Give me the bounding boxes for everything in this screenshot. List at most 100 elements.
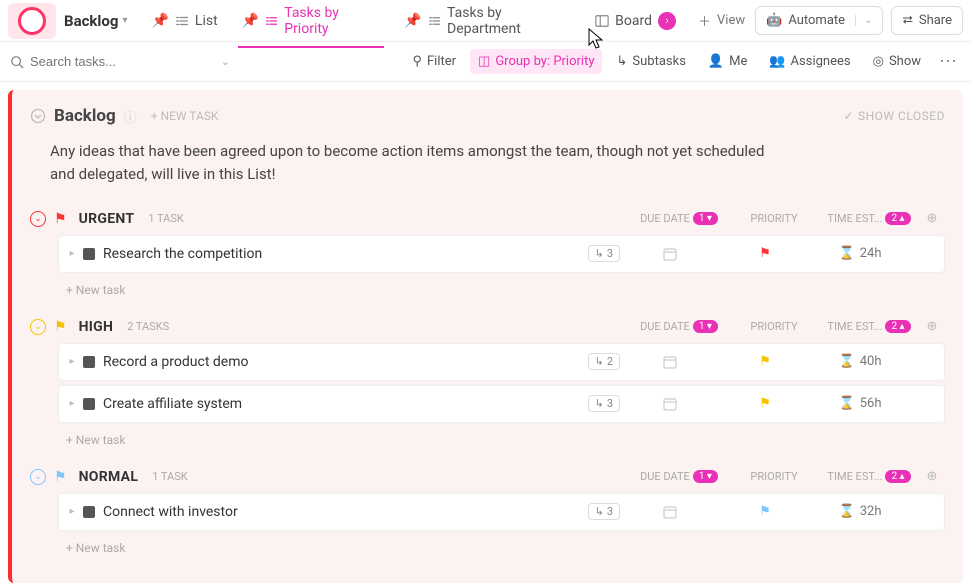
- expand-caret-icon[interactable]: ▸: [65, 506, 79, 517]
- add-view-button[interactable]: ＋ View: [688, 3, 755, 38]
- add-column-button[interactable]: ⊕: [919, 319, 945, 334]
- assignees-label: Assignees: [791, 54, 851, 69]
- hourglass-icon: ⌛: [839, 246, 855, 261]
- tab-list[interactable]: 📌 List: [139, 3, 229, 39]
- pin-icon: 📌: [151, 13, 168, 29]
- share-label: Share: [919, 13, 952, 28]
- top-bar: Backlog ▾ 📌 List 📌 Tasks by Priority 📌 T…: [0, 0, 971, 42]
- col-due-date[interactable]: DUE DATE 1 ▾: [629, 212, 729, 225]
- search-dropdown-icon[interactable]: ⌄: [221, 55, 230, 68]
- group-header: ⌄⚑NORMAL1 TASKDUE DATE 1 ▾PRIORITYTIME E…: [30, 465, 945, 493]
- collapse-toggle[interactable]: ⌄: [30, 211, 46, 227]
- cell-priority[interactable]: ⚑: [720, 504, 810, 519]
- status-square-icon[interactable]: [83, 506, 95, 518]
- subtask-icon: ↳: [595, 505, 604, 518]
- me-label: Me: [729, 54, 747, 69]
- sort-badge: 1 ▾: [693, 212, 718, 225]
- new-task-button-top[interactable]: + NEW TASK: [151, 109, 219, 123]
- expand-caret-icon[interactable]: ▸: [65, 248, 79, 259]
- show-button[interactable]: ◎ Show: [865, 49, 929, 74]
- group-header: ⌄⚑URGENT1 TASKDUE DATE 1 ▾PRIORITYTIME E…: [30, 207, 945, 235]
- group-by-label: Group by: Priority: [495, 54, 594, 69]
- info-icon[interactable]: ⓘ: [124, 107, 137, 126]
- filter-button[interactable]: ⚲ Filter: [404, 49, 464, 74]
- pin-icon: 📌: [404, 13, 421, 29]
- group-by-button[interactable]: ◫ Group by: Priority: [470, 49, 602, 74]
- eye-icon: ◎: [873, 54, 884, 69]
- collapse-toggle[interactable]: ⌄: [30, 319, 46, 335]
- cell-due-date[interactable]: [620, 246, 720, 262]
- search-input[interactable]: [30, 54, 180, 69]
- group-name: URGENT: [79, 211, 135, 227]
- subtasks-button[interactable]: ↳ Subtasks: [608, 49, 693, 74]
- new-task-button[interactable]: + New task: [66, 429, 945, 451]
- task-row[interactable]: ▸Create affiliate system↳3⚑⌛56h: [58, 385, 945, 423]
- assignees-button[interactable]: 👥 Assignees: [761, 49, 858, 74]
- cell-time-est[interactable]: ⌛56h: [810, 396, 910, 411]
- collapse-icon[interactable]: [30, 108, 46, 124]
- cell-time-est[interactable]: ⌛40h: [810, 354, 910, 369]
- task-row[interactable]: ▸Research the competition↳3⚑⌛24h: [58, 235, 945, 273]
- add-column-button[interactable]: ⊕: [919, 211, 945, 226]
- col-priority[interactable]: PRIORITY: [729, 470, 819, 483]
- panel-title: Backlog: [54, 106, 116, 126]
- expand-caret-icon[interactable]: ▸: [65, 356, 79, 367]
- cell-due-date[interactable]: [620, 354, 720, 370]
- cell-priority[interactable]: ⚑: [720, 246, 810, 261]
- col-time-est[interactable]: TIME EST... 2 ▴: [819, 212, 919, 225]
- group-normal: ⌄⚑NORMAL1 TASKDUE DATE 1 ▾PRIORITYTIME E…: [30, 465, 945, 559]
- show-closed-button[interactable]: ✓ SHOW CLOSED: [843, 109, 945, 123]
- automate-button[interactable]: 🤖 Automate ⌄: [755, 6, 883, 35]
- new-task-button[interactable]: + New task: [66, 537, 945, 559]
- col-due-date[interactable]: DUE DATE 1 ▾: [629, 320, 729, 333]
- board-icon: [595, 14, 609, 28]
- tab-tasks-by-department[interactable]: 📌 Tasks by Department: [392, 0, 583, 47]
- subtask-icon: ↳: [595, 355, 604, 368]
- subtasks-icon: ↳: [616, 54, 627, 69]
- add-column-button[interactable]: ⊕: [919, 469, 945, 484]
- tab-tasks-by-priority[interactable]: 📌 Tasks by Priority: [230, 0, 393, 47]
- calendar-icon: [662, 354, 678, 370]
- flag-icon: ⚑: [759, 396, 771, 411]
- show-closed-label: SHOW CLOSED: [858, 109, 945, 123]
- subtask-count-badge[interactable]: ↳3: [588, 395, 620, 412]
- status-square-icon[interactable]: [83, 356, 95, 368]
- search-icon: [10, 55, 24, 69]
- cell-priority[interactable]: ⚑: [720, 396, 810, 411]
- subtask-count-badge[interactable]: ↳3: [588, 503, 620, 520]
- task-row[interactable]: ▸Connect with investor↳3⚑⌛32h: [58, 493, 945, 531]
- task-row[interactable]: ▸Record a product demo↳2⚑⌛40h: [58, 343, 945, 381]
- col-priority[interactable]: PRIORITY: [729, 212, 819, 225]
- flag-icon: ⚑: [54, 469, 67, 485]
- backlog-panel: Backlog ⓘ + NEW TASK ✓ SHOW CLOSED Any i…: [8, 90, 963, 583]
- cell-time-est[interactable]: ⌛32h: [810, 504, 910, 519]
- task-cells: ⚑⌛40h: [620, 354, 936, 370]
- new-task-button[interactable]: + New task: [66, 279, 945, 301]
- automate-label: Automate: [788, 13, 845, 28]
- subtask-count-badge[interactable]: ↳2: [588, 353, 620, 370]
- share-button[interactable]: ⮂ Share: [891, 6, 963, 35]
- column-headers: DUE DATE 1 ▾PRIORITYTIME EST... 2 ▴⊕: [629, 469, 945, 484]
- col-priority[interactable]: PRIORITY: [729, 320, 819, 333]
- cell-due-date[interactable]: [620, 396, 720, 412]
- subtask-count-badge[interactable]: ↳3: [588, 245, 620, 262]
- page-title[interactable]: Backlog: [64, 12, 118, 30]
- collapse-toggle[interactable]: ⌄: [30, 469, 46, 485]
- title-dropdown-icon[interactable]: ▾: [122, 15, 127, 26]
- cell-priority[interactable]: ⚑: [720, 354, 810, 369]
- status-square-icon[interactable]: [83, 398, 95, 410]
- more-icon[interactable]: ⋯: [935, 51, 961, 72]
- sort-badge: 1 ▾: [693, 320, 718, 333]
- tab-board[interactable]: Board ›: [583, 2, 688, 40]
- filter-label: Filter: [427, 54, 456, 69]
- cell-due-date[interactable]: [620, 504, 720, 520]
- status-square-icon[interactable]: [83, 248, 95, 260]
- col-due-date[interactable]: DUE DATE 1 ▾: [629, 470, 729, 483]
- col-time-est[interactable]: TIME EST... 2 ▴: [819, 320, 919, 333]
- expand-caret-icon[interactable]: ▸: [65, 398, 79, 409]
- me-button[interactable]: 👤 Me: [700, 49, 755, 74]
- logo-wrap[interactable]: [8, 3, 56, 39]
- top-right-controls: 🤖 Automate ⌄ ⮂ Share: [755, 6, 963, 35]
- col-time-est[interactable]: TIME EST... 2 ▴: [819, 470, 919, 483]
- cell-time-est[interactable]: ⌛24h: [810, 246, 910, 261]
